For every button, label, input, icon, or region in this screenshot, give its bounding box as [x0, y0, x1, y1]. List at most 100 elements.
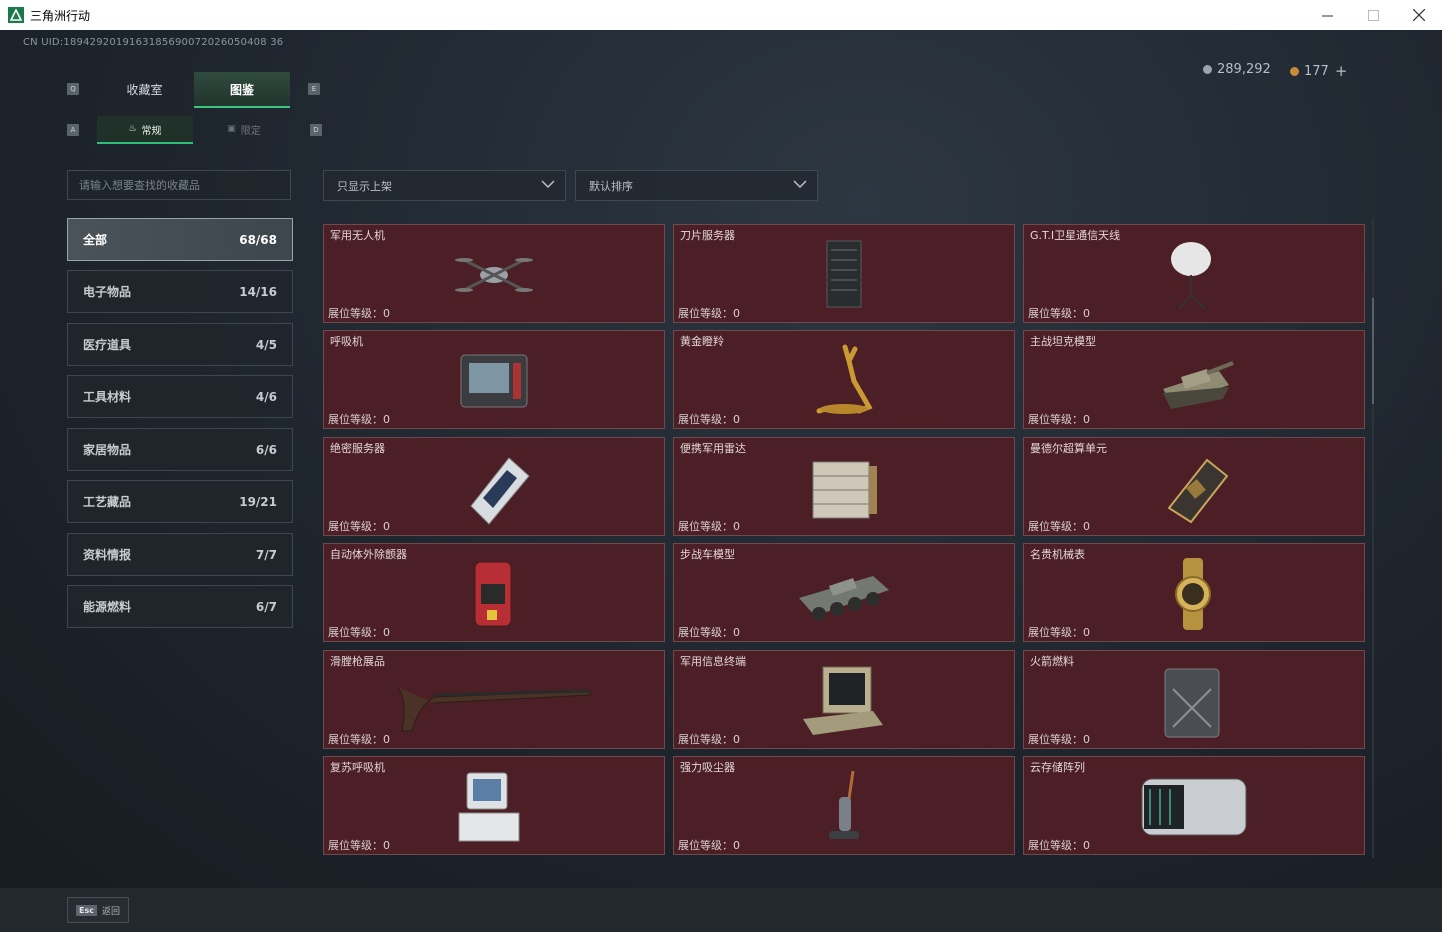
add-currency-button[interactable]: + — [1335, 62, 1348, 80]
item-card[interactable]: 复苏呼吸机 展位等级：0 — [323, 756, 665, 855]
maximize-button[interactable] — [1350, 0, 1396, 30]
item-card[interactable]: 火箭燃料 展位等级：0 — [1023, 650, 1365, 749]
app-logo-icon — [8, 7, 24, 23]
item-card[interactable]: 呼吸机 展位等级：0 — [323, 330, 665, 429]
item-name: 复苏呼吸机 — [330, 761, 385, 774]
category-label: 全部 — [83, 233, 108, 247]
item-level: 展位等级：0 — [328, 626, 390, 639]
window-title: 三角洲行动 — [30, 8, 91, 23]
search-input[interactable]: 请输入想要查找的收藏品 — [67, 170, 291, 200]
item-level: 展位等级：0 — [1028, 626, 1090, 639]
category-electronics[interactable]: 电子物品 14/16 — [67, 270, 293, 313]
resus-ventilator-icon — [458, 772, 520, 842]
vacuum-icon — [829, 770, 859, 839]
limited-icon: ▣ — [227, 124, 236, 134]
defibrillator-icon — [474, 561, 512, 627]
item-name: 强力吸尘器 — [680, 761, 735, 774]
grid-scrollbar-thumb[interactable] — [1372, 298, 1374, 404]
item-name: 绝密服务器 — [330, 442, 385, 455]
item-card[interactable]: 主战坦克模型 展位等级：0 — [1023, 330, 1365, 429]
item-level: 展位等级：0 — [328, 520, 390, 533]
category-label: 电子物品 — [83, 285, 132, 299]
gold-amount: 177 — [1304, 63, 1329, 79]
category-all[interactable]: 全部 68/68 — [67, 218, 293, 261]
item-card[interactable]: 刀片服务器 展位等级：0 — [673, 224, 1015, 323]
item-level: 展位等级：0 — [328, 839, 390, 852]
subtab-limited-label: 限定 — [240, 125, 261, 137]
item-card[interactable]: 军用信息终端 展位等级：0 — [673, 650, 1015, 749]
item-level: 展位等级：0 — [328, 733, 390, 746]
item-level: 展位等级：0 — [678, 307, 740, 320]
shelf-filter-value: 只显示上架 — [337, 179, 392, 193]
collection-screen: CN UID:1894292019163185690072026050408 3… — [0, 30, 1442, 888]
item-name: 火箭燃料 — [1030, 655, 1074, 668]
back-button[interactable]: Esc 返回 — [67, 897, 129, 923]
category-tools[interactable]: 工具材料 4/6 — [67, 375, 293, 418]
category-label: 家居物品 — [83, 443, 132, 457]
gold-currency: 177 + — [1290, 62, 1347, 80]
category-medical[interactable]: 医疗道具 4/5 — [67, 323, 293, 366]
item-level: 展位等级：0 — [328, 413, 390, 426]
category-count: 6/6 — [255, 442, 277, 457]
item-card[interactable]: 曼德尔超算单元 展位等级：0 — [1023, 437, 1365, 536]
item-card[interactable]: 自动体外除颤器 展位等级：0 — [323, 543, 665, 642]
category-label: 工艺藏品 — [83, 495, 132, 509]
storage-array-icon — [1141, 778, 1247, 836]
category-label: 工具材料 — [83, 390, 132, 404]
key-hint-d: D — [310, 124, 322, 136]
item-card[interactable]: 黄金瞪羚 展位等级：0 — [673, 330, 1015, 429]
item-card[interactable]: 滑膛枪展品 展位等级：0 — [323, 650, 665, 749]
item-name: 名贵机械表 — [1030, 548, 1085, 561]
bottom-bar — [0, 888, 1442, 932]
item-name: 自动体外除颤器 — [330, 548, 407, 561]
item-card[interactable]: 步战车模型 展位等级：0 — [673, 543, 1015, 642]
silver-coin-icon — [1203, 65, 1212, 74]
gold-coin-icon — [1290, 66, 1299, 76]
item-level: 展位等级：0 — [328, 307, 390, 320]
item-card[interactable]: 云存储阵列 展位等级：0 — [1023, 756, 1365, 855]
ventilator-icon — [460, 354, 528, 408]
sort-dropdown[interactable]: 默认排序 — [575, 170, 818, 201]
item-card[interactable]: 强力吸尘器 展位等级：0 — [673, 756, 1015, 855]
category-count: 4/6 — [255, 389, 277, 404]
category-count: 4/5 — [255, 337, 277, 352]
category-count: 6/7 — [255, 599, 277, 614]
item-name: 步战车模型 — [680, 548, 735, 561]
item-card[interactable]: 便携军用雷达 展位等级：0 — [673, 437, 1015, 536]
subtab-limited[interactable]: ▣ 限定 — [196, 116, 292, 142]
category-intel[interactable]: 资料情报 7/7 — [67, 533, 293, 576]
category-count: 14/16 — [239, 284, 277, 299]
item-level: 展位等级：0 — [678, 413, 740, 426]
category-fuel[interactable]: 能源燃料 6/7 — [67, 585, 293, 628]
musket-icon — [397, 686, 591, 732]
item-level: 展位等级：0 — [678, 520, 740, 533]
category-household[interactable]: 家居物品 6/6 — [67, 428, 293, 471]
tab-codex[interactable]: 图鉴 — [194, 72, 290, 108]
item-name: 便携军用雷达 — [680, 442, 746, 455]
key-hint-q: Q — [67, 83, 79, 95]
item-level: 展位等级：0 — [1028, 520, 1090, 533]
item-card[interactable]: G.T.I卫星通信天线 展位等级：0 — [1023, 224, 1365, 323]
shelf-filter-dropdown[interactable]: 只显示上架 — [323, 170, 566, 201]
compute-unit-icon — [1167, 458, 1229, 524]
item-card[interactable]: 名贵机械表 展位等级：0 — [1023, 543, 1365, 642]
radar-icon — [812, 461, 877, 519]
item-name: 刀片服务器 — [680, 229, 735, 242]
item-card[interactable]: 军用无人机 展位等级：0 — [323, 224, 665, 323]
item-card[interactable]: 绝密服务器 展位等级：0 — [323, 437, 665, 536]
tab-collection-room[interactable]: 收藏室 — [96, 72, 193, 106]
back-label: 返回 — [101, 906, 120, 917]
category-label: 医疗道具 — [83, 338, 132, 352]
player-uid: CN UID:1894292019163185690072026050408 3… — [23, 37, 284, 48]
category-count: 7/7 — [255, 547, 277, 562]
item-name: 黄金瞪羚 — [680, 335, 724, 348]
close-button[interactable] — [1396, 0, 1442, 30]
title-bar: 三角洲行动 — [0, 0, 1442, 30]
subtab-regular[interactable]: ♨ 常规 — [97, 116, 193, 144]
drone-icon — [455, 258, 533, 292]
item-name: G.T.I卫星通信天线 — [1030, 229, 1121, 242]
item-level: 展位等级：0 — [1028, 307, 1090, 320]
secret-server-icon — [470, 457, 530, 525]
minimize-button[interactable] — [1304, 0, 1350, 30]
category-crafts[interactable]: 工艺藏品 19/21 — [67, 480, 293, 523]
